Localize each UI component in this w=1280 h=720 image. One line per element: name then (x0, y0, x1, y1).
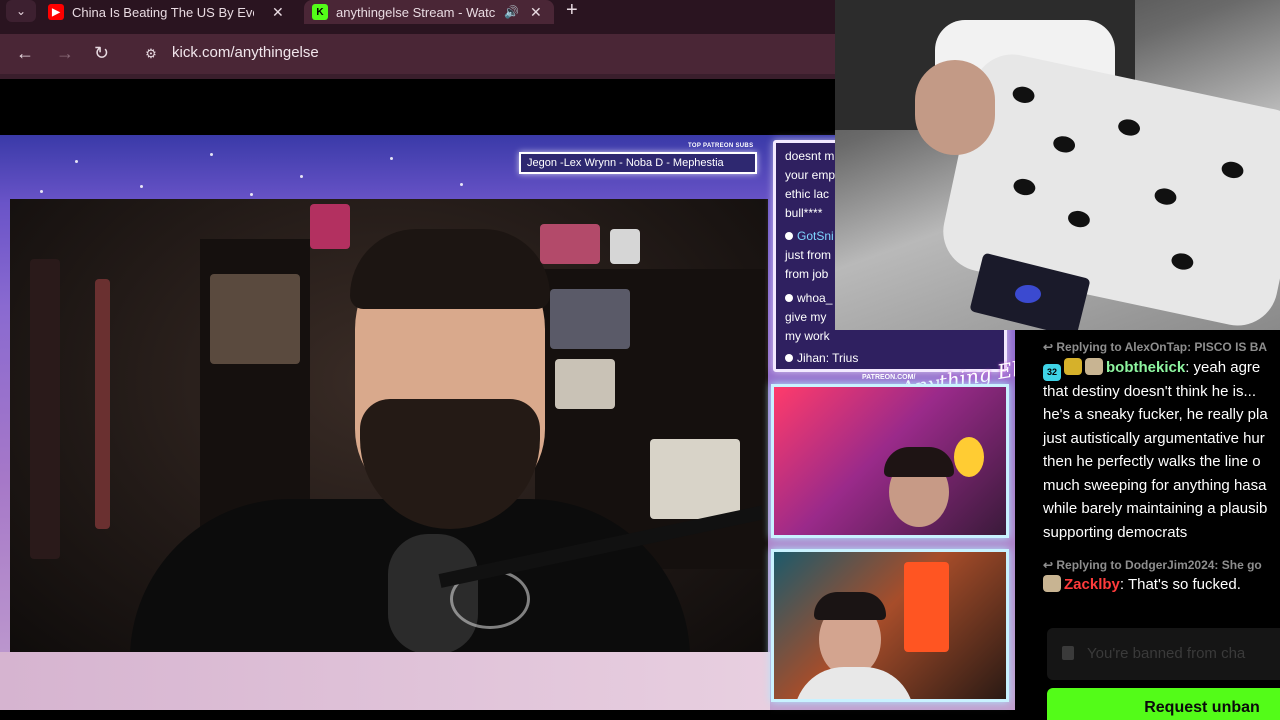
reload-icon[interactable]: ↻ (94, 43, 109, 64)
gift-badge-icon (1064, 358, 1082, 375)
overlay-chat-user: GotSni (785, 229, 834, 243)
close-icon[interactable]: ✕ (272, 4, 284, 21)
chat-message: 32 bobthekick: yeah agre (1043, 356, 1260, 381)
screen: ⌄ ▶ China Is Beating The US By Ever ✕ K … (0, 0, 1280, 720)
chat-message-line: that destiny doesn't think he is... (1043, 383, 1256, 400)
overlay-chat-line: from job (785, 267, 829, 281)
avatar-badge-icon (1085, 358, 1103, 375)
chat-message-line: supporting democrats (1043, 524, 1188, 541)
kick-icon (785, 232, 793, 240)
youtube-icon: ▶ (48, 4, 64, 20)
tab-search-button[interactable]: ⌄ (6, 0, 36, 22)
overlay-chat-user: Jihan: Trius (785, 351, 858, 365)
reply-context: ↩ Replying to AlexOnTap: PISCO IS BA (1043, 340, 1268, 354)
back-icon[interactable]: ← (16, 43, 34, 64)
address-bar[interactable]: kick.com/anythingelse (172, 44, 319, 61)
lock-icon (1062, 646, 1074, 660)
tab-title: China Is Beating The US By Ever (72, 4, 254, 20)
webcam-overlay (835, 0, 1280, 330)
close-icon[interactable]: ✕ (530, 4, 542, 21)
chat-message-line: while barely maintaining a plausib (1043, 500, 1268, 517)
chat-message-line: then he perfectly walks the line o (1043, 453, 1261, 470)
overlay-chat-line: my work (785, 329, 830, 343)
overlay-chat-line: bull**** (785, 206, 823, 220)
toolbar-divider (0, 74, 835, 79)
site-info-icon[interactable]: ⚙ (141, 44, 161, 64)
request-unban-button[interactable]: Request unban (1047, 688, 1280, 720)
chat-message-line: just autistically argumentative hur (1043, 430, 1265, 447)
patreon-header: TOP PATREON SUBS (688, 143, 754, 149)
browser-tabstrip: ⌄ ▶ China Is Beating The US By Ever ✕ K … (0, 0, 835, 34)
kick-icon (785, 354, 793, 362)
new-tab-icon[interactable]: + (566, 0, 578, 22)
chevron-down-icon: ⌄ (15, 4, 27, 18)
guest-camera-1 (771, 384, 1009, 538)
tab-title: anythingelse Stream - Watc (336, 4, 496, 20)
tab-youtube[interactable]: ▶ China Is Beating The US By Ever ✕ (48, 0, 296, 24)
avatar-badge-icon (1043, 575, 1061, 592)
browser-toolbar: ← → ↻ (0, 34, 835, 74)
forward-icon[interactable]: → (56, 43, 74, 64)
subscriber-badge-icon: 32 (1043, 364, 1061, 381)
chat-message: Zacklby: That's so fucked. (1043, 573, 1241, 597)
kick-icon: K (312, 4, 328, 20)
chat-message-line: much sweeping for anything hasa (1043, 477, 1267, 494)
overlay-chat-line: ethic lac (785, 187, 830, 201)
chat-username[interactable]: Zacklby (1064, 576, 1120, 593)
overlay-chat-line: your emp (785, 168, 836, 182)
patreon-names-ticker: Jegon -Lex Wrynn - Noba D - Mephestia (519, 152, 757, 174)
overlay-chat-line: just from (785, 248, 832, 262)
overlay-chat-user: whoa_ (785, 291, 832, 305)
patreon-names: Jegon -Lex Wrynn - Noba D - Mephestia (527, 157, 724, 169)
guest-camera-2 (771, 549, 1009, 702)
tab-kick[interactable]: K anythingelse Stream - Watc 🔊 ✕ (304, 0, 554, 24)
reply-context: ↩ Replying to DodgerJim2024: She go (1043, 558, 1262, 572)
chat-username[interactable]: bobthekick (1106, 359, 1185, 376)
speaker-icon[interactable]: 🔊 (504, 5, 519, 19)
chat-input[interactable]: You're banned from cha (1047, 628, 1280, 680)
kick-icon (785, 294, 793, 302)
overlay-chat-line: give my (785, 310, 827, 324)
overlay-chat-line: doesnt m (785, 149, 835, 163)
chat-message-line: he's a sneaky fucker, he really pla (1043, 406, 1268, 423)
stream-bottom-band (0, 652, 770, 710)
main-camera-feed (10, 199, 768, 654)
